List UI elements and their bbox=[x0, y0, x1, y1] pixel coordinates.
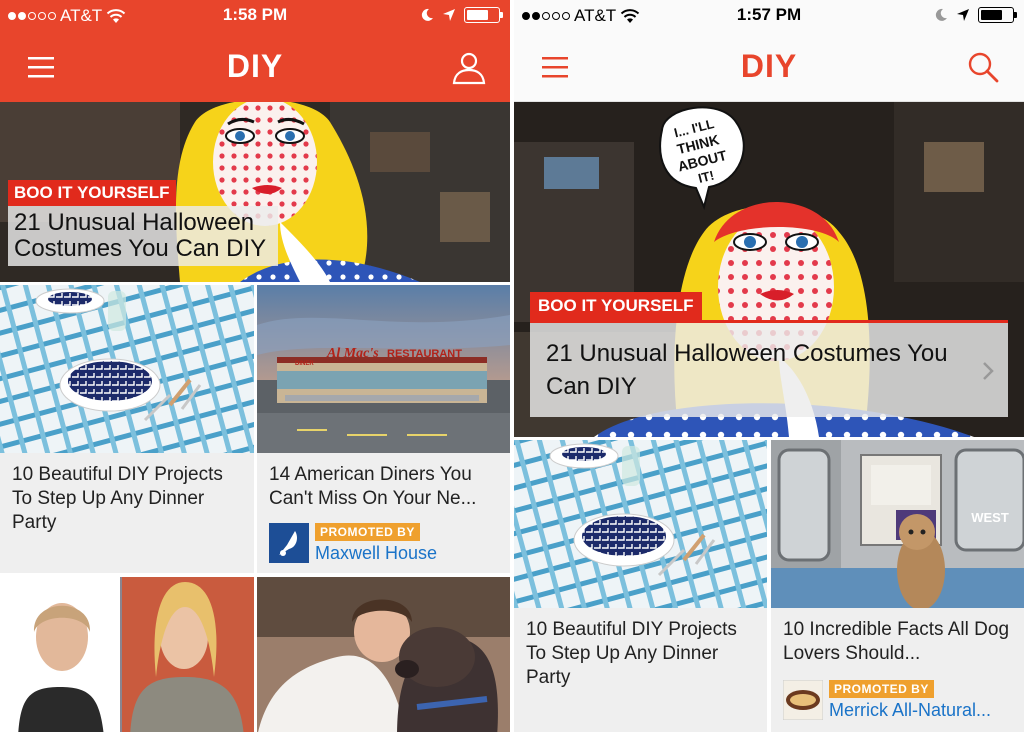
location-arrow-icon bbox=[443, 9, 455, 21]
status-indicators bbox=[934, 7, 1017, 23]
category-tag: BOO IT YOURSELF bbox=[530, 292, 702, 320]
status-indicators bbox=[420, 7, 503, 23]
table-setting-image bbox=[0, 285, 254, 453]
merrick-logo bbox=[783, 680, 823, 720]
nav-bar: DIY bbox=[0, 32, 510, 102]
sponsor-block[interactable]: PROMOTED BY Maxwell House bbox=[269, 523, 437, 564]
table-setting-image bbox=[514, 440, 767, 608]
moon-icon bbox=[935, 8, 947, 21]
article-title: 14 American Diners You Can't Miss On You… bbox=[269, 464, 477, 509]
bride-dog-image bbox=[257, 577, 510, 732]
sponsor-name[interactable]: Maxwell House bbox=[315, 543, 437, 564]
diner-sign-restaurant: RESTAURANT bbox=[387, 348, 462, 360]
chevron-right-icon[interactable] bbox=[982, 361, 994, 381]
maxwell-house-logo bbox=[269, 523, 309, 563]
hero-article[interactable]: I... I'LL THINK ABOUT IT! BOO IT YOURSEL… bbox=[514, 102, 1024, 437]
user-icon[interactable] bbox=[450, 48, 488, 86]
status-bar: AT&T 1:57 PM bbox=[514, 0, 1024, 32]
app-title: DIY bbox=[226, 48, 284, 84]
article-title: 10 Beautiful DIY Projects To Step Up Any… bbox=[12, 464, 223, 533]
subway-sign: WEST bbox=[971, 510, 1009, 525]
article-card[interactable]: 10 Beautiful DIY Projects To Step Up Any… bbox=[0, 285, 254, 573]
app-title: DIY bbox=[740, 48, 798, 84]
article-card[interactable] bbox=[257, 577, 510, 732]
hero-overlay: BOO IT YOURSELF 21 Unusual Halloween Cos… bbox=[8, 180, 278, 266]
diner-image: Al Mac's RESTAURANT DINER bbox=[257, 285, 510, 453]
hero-title-box: 21 Unusual Halloween Costumes You Can DI… bbox=[530, 323, 1008, 417]
moon-icon bbox=[421, 8, 433, 21]
nav-bar: DIY bbox=[514, 32, 1024, 102]
promoted-by-label: PROMOTED BY bbox=[315, 523, 420, 541]
sponsor-block[interactable]: PROMOTED BY Merrick All-Natural... bbox=[783, 680, 991, 721]
location-arrow-icon bbox=[957, 9, 969, 21]
hero-article[interactable]: BOO IT YOURSELF 21 Unusual Halloween Cos… bbox=[0, 102, 510, 282]
phone-screen-left: AT&T 1:58 PM DIY BOO IT YOURSELF 21 Unus… bbox=[0, 0, 510, 732]
celebrity-photo-image bbox=[0, 577, 254, 732]
phone-screen-right: AT&T 1:57 PM DIY I... I'LL THINK ABOUT I… bbox=[514, 0, 1024, 732]
diner-sign-name: Al Mac's bbox=[326, 346, 379, 361]
dog-subway-image: WEST bbox=[771, 440, 1024, 608]
battery-icon bbox=[978, 7, 1017, 23]
article-title: 10 Beautiful DIY Projects To Step Up Any… bbox=[526, 619, 737, 688]
hero-title: 21 Unusual Halloween Costumes You Can DI… bbox=[8, 206, 278, 266]
sponsor-name[interactable]: Merrick All-Natural... bbox=[829, 700, 991, 721]
promoted-by-label: PROMOTED BY bbox=[829, 680, 934, 698]
article-card-promoted[interactable]: Al Mac's RESTAURANT DINER 14 American Di… bbox=[257, 285, 510, 573]
article-title: 10 Incredible Facts All Dog Lovers Shoul… bbox=[783, 619, 1010, 664]
battery-icon bbox=[464, 7, 503, 23]
search-icon[interactable] bbox=[964, 48, 1002, 86]
article-card[interactable]: 10 Beautiful DIY Projects To Step Up Any… bbox=[514, 440, 767, 732]
article-card[interactable] bbox=[0, 577, 254, 732]
hero-overlay: BOO IT YOURSELF 21 Unusual Halloween Cos… bbox=[530, 292, 1008, 417]
diner-sign-diner: DINER bbox=[295, 361, 314, 367]
category-tag: BOO IT YOURSELF bbox=[8, 180, 176, 206]
status-bar: AT&T 1:58 PM bbox=[0, 0, 510, 32]
hero-title: 21 Unusual Halloween Costumes You Can DI… bbox=[546, 340, 948, 400]
article-card-promoted[interactable]: WEST 10 Incredible Facts All Dog Lovers … bbox=[771, 440, 1024, 732]
